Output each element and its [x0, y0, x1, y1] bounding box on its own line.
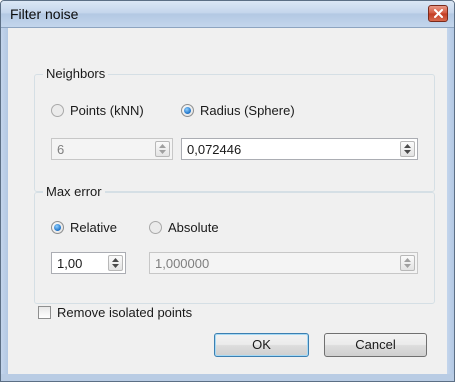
radius-spin-arrows[interactable] — [400, 141, 415, 157]
spin-down-icon — [404, 150, 411, 154]
knn-value: 6 — [57, 142, 65, 157]
close-button[interactable] — [428, 5, 448, 22]
ok-button[interactable]: OK — [214, 333, 309, 357]
title-bar[interactable]: Filter noise — [1, 1, 454, 28]
window-frame-bottom — [1, 374, 454, 381]
absolute-spinbox[interactable]: 1,000000 — [149, 252, 418, 274]
relative-value: 1,00 — [57, 256, 83, 271]
close-icon — [434, 9, 443, 18]
window-frame-left — [1, 28, 8, 381]
spin-down-icon — [159, 150, 166, 154]
radius-sphere-radio[interactable]: Radius (Sphere) — [181, 103, 295, 118]
absolute-radio[interactable]: Absolute — [149, 220, 219, 235]
radio-indicator — [51, 104, 64, 117]
radius-spinbox[interactable]: 0,072446 — [181, 138, 418, 160]
neighbors-group: Neighbors Points (kNN) Radius (Sphere) 6… — [34, 66, 435, 192]
max-error-group: Max error Relative Absolute 1,00 1,00000… — [34, 184, 435, 304]
points-knn-radio[interactable]: Points (kNN) — [51, 103, 144, 118]
radio-indicator — [51, 221, 64, 234]
spin-up-icon — [112, 258, 119, 262]
window-frame-right — [447, 28, 454, 381]
max-error-legend: Max error — [43, 184, 105, 199]
relative-radio[interactable]: Relative — [51, 220, 117, 235]
points-knn-label: Points (kNN) — [70, 103, 144, 118]
knn-spinbox[interactable]: 6 — [51, 138, 173, 160]
cancel-button[interactable]: Cancel — [324, 333, 427, 357]
absolute-spin-arrows[interactable] — [400, 255, 415, 271]
remove-isolated-checkbox[interactable]: Remove isolated points — [38, 305, 192, 320]
window-title: Filter noise — [10, 6, 79, 22]
absolute-value: 1,000000 — [155, 256, 210, 271]
checkbox-indicator — [38, 306, 51, 319]
radio-indicator — [149, 221, 162, 234]
spin-down-icon — [404, 264, 411, 268]
spin-up-icon — [159, 144, 166, 148]
neighbors-legend: Neighbors — [43, 66, 109, 81]
radius-sphere-label: Radius (Sphere) — [200, 103, 295, 118]
spin-up-icon — [404, 258, 411, 262]
spin-down-icon — [112, 264, 119, 268]
dialog-body: Neighbors Points (kNN) Radius (Sphere) 6… — [9, 28, 446, 373]
relative-spin-arrows[interactable] — [108, 255, 123, 271]
radius-value: 0,072446 — [187, 142, 242, 157]
relative-label: Relative — [70, 220, 117, 235]
remove-isolated-label: Remove isolated points — [57, 305, 193, 320]
filter-noise-dialog: Filter noise Neighbors Points (kNN) Radi… — [0, 0, 455, 382]
knn-spin-arrows[interactable] — [155, 141, 170, 157]
absolute-label: Absolute — [168, 220, 219, 235]
spin-up-icon — [404, 144, 411, 148]
radio-indicator — [181, 104, 194, 117]
relative-spinbox[interactable]: 1,00 — [51, 252, 126, 274]
